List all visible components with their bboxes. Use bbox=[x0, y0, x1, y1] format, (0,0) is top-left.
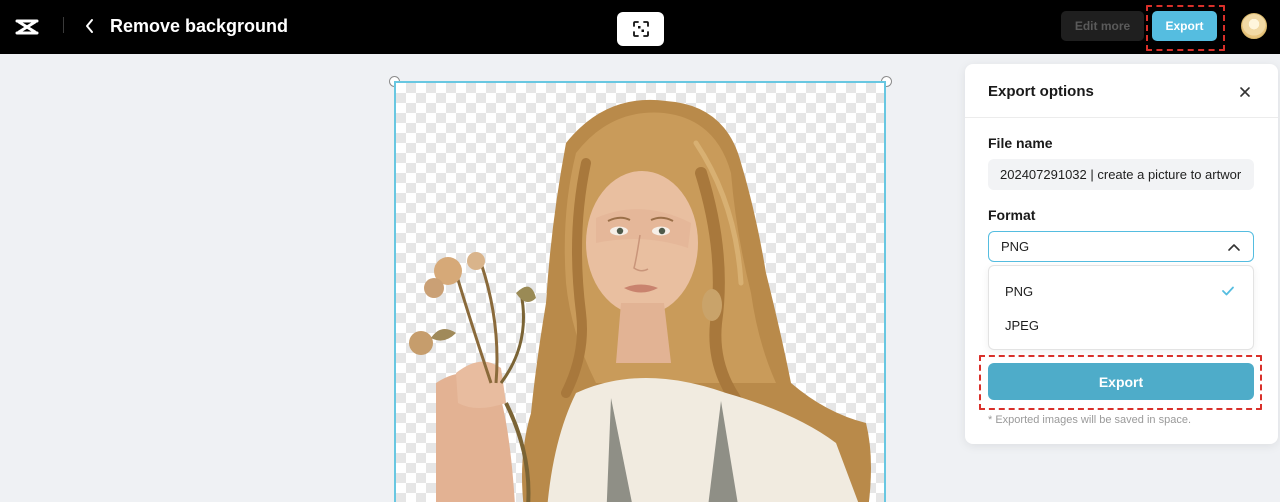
top-bar: Remove background Edit more Export bbox=[0, 0, 1280, 54]
format-dropdown-menu: PNG JPEG bbox=[988, 265, 1254, 350]
format-option-jpeg[interactable]: JPEG bbox=[989, 310, 1253, 340]
compare-tool-button[interactable] bbox=[617, 12, 664, 46]
format-option-label: PNG bbox=[1005, 283, 1034, 299]
export-note: * Exported images will be saved in space… bbox=[988, 414, 1191, 426]
capcut-logo-icon[interactable] bbox=[14, 14, 40, 40]
back-button[interactable] bbox=[80, 15, 100, 37]
close-panel-button[interactable] bbox=[1235, 82, 1255, 102]
edit-more-button[interactable]: Edit more bbox=[1061, 11, 1144, 41]
panel-divider bbox=[965, 117, 1278, 118]
portrait-image bbox=[409, 100, 871, 502]
format-select[interactable]: PNG bbox=[988, 231, 1254, 262]
checkmark-icon bbox=[1222, 286, 1234, 296]
page-title: Remove background bbox=[110, 16, 289, 36]
format-option-label: JPEG bbox=[1005, 317, 1039, 333]
file-name-input[interactable] bbox=[988, 159, 1254, 190]
chevron-left-icon bbox=[86, 19, 93, 33]
image-canvas[interactable] bbox=[394, 81, 886, 502]
export-top-button[interactable]: Export bbox=[1152, 11, 1217, 41]
scan-compare-icon bbox=[632, 21, 649, 37]
export-options-panel: Export options File name Format PNG PNG … bbox=[965, 64, 1278, 444]
format-selected-value: PNG bbox=[1001, 239, 1030, 254]
user-avatar-icon[interactable] bbox=[1241, 13, 1267, 39]
chevron-up-icon bbox=[1228, 244, 1240, 251]
file-name-label: File name bbox=[988, 135, 1053, 151]
panel-title: Export options bbox=[988, 83, 1094, 100]
export-button[interactable]: Export bbox=[988, 363, 1254, 400]
header-divider bbox=[63, 17, 64, 33]
format-option-png[interactable]: PNG bbox=[989, 276, 1253, 306]
format-label: Format bbox=[988, 207, 1036, 223]
close-icon bbox=[1240, 87, 1250, 97]
